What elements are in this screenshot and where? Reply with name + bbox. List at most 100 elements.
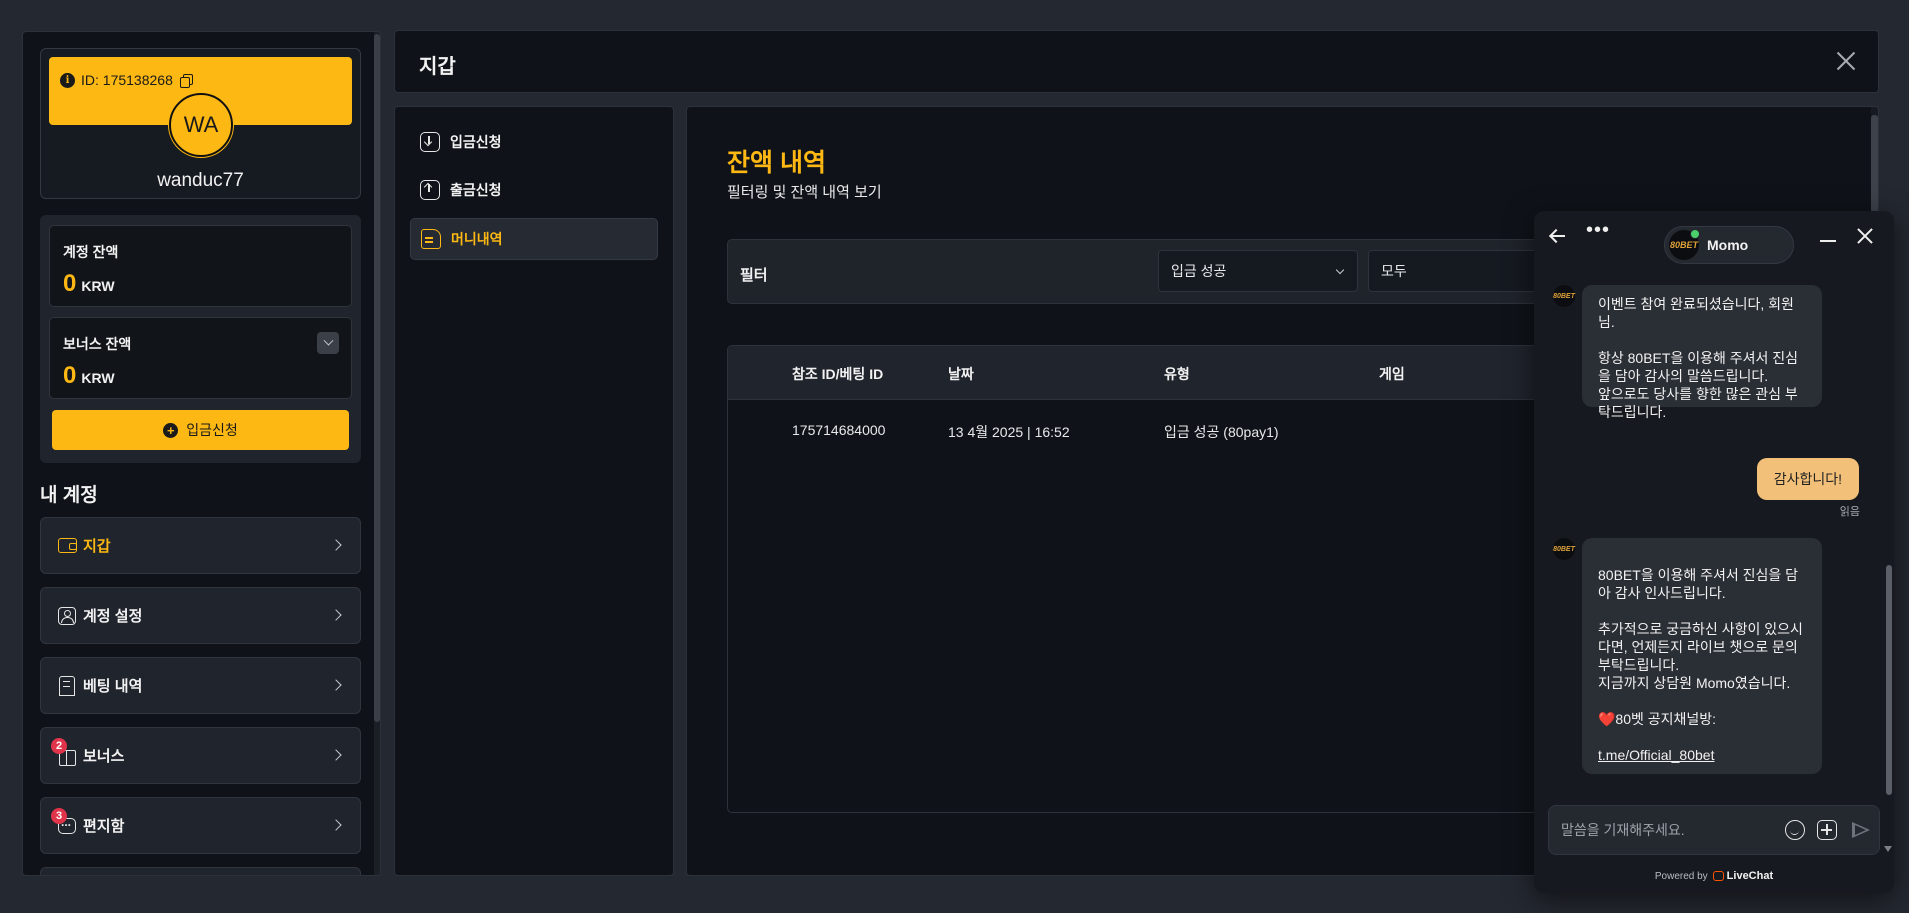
chevron-right-icon <box>330 679 342 691</box>
account-balance-currency: KRW <box>81 278 115 294</box>
back-arrow-icon[interactable] <box>1548 226 1568 246</box>
tab-label: 입금신청 <box>450 134 502 150</box>
type-cell: 입금 성공 (80pay1) <box>1164 424 1279 440</box>
account-sidebar: i ID: 175138268 WA wanduc77 계정 잔액 0 KRW … <box>22 31 381 876</box>
user-message: 감사합니다! <box>1756 458 1859 500</box>
agent-message-avatar: 80BET <box>1553 538 1575 560</box>
chevron-right-icon <box>330 749 342 761</box>
scroll-down-arrow-icon[interactable] <box>1884 846 1892 852</box>
chat-header: ••• 80BET Momo <box>1534 211 1894 267</box>
chat-scrollbar[interactable] <box>1884 275 1892 855</box>
wallet-nav: 입금신청 출금신청 머니내역 <box>394 106 674 876</box>
livechat-widget: ••• 80BET Momo 80BET 이벤트 참여 완료되셨습니다, 회원님… <box>1534 211 1894 893</box>
sidebar-item-label: 계정 설정 <box>83 608 143 625</box>
tab-label: 머니내역 <box>451 231 503 247</box>
gift-icon: 2 <box>51 737 77 766</box>
status-filter-select[interactable]: 입금 성공 <box>1158 250 1358 292</box>
ref-id-cell: 175714684000 <box>792 422 886 438</box>
inbox-badge: 3 <box>51 807 67 824</box>
plus-circle-icon: + <box>163 422 179 438</box>
filter-label: 필터 <box>740 267 768 284</box>
sidebar-item-wallet[interactable]: 지갑 <box>40 517 361 574</box>
tab-withdraw[interactable]: 출금신청 <box>410 169 658 211</box>
game-filter-value: 모두 <box>1381 263 1407 279</box>
powered-by-label: Powered by <box>1654 870 1708 882</box>
bonus-badge: 2 <box>51 737 67 754</box>
bonus-balance-amount: 0 <box>63 362 77 389</box>
agent-message-avatar: 80BET <box>1553 285 1575 307</box>
sidebar-item-inbox[interactable]: 3 편지함 <box>40 797 361 854</box>
agent-info[interactable]: 80BET Momo <box>1664 226 1794 264</box>
message-icon: 3 <box>51 807 77 836</box>
message-input[interactable] <box>1561 822 1761 838</box>
sidebar-item-bonus[interactable]: 2 보너스 <box>40 727 361 784</box>
column-header: 게임 <box>1379 366 1405 382</box>
sidebar-item-label: 보너스 <box>83 748 125 765</box>
send-icon[interactable] <box>1852 822 1870 838</box>
agent-message: 이벤트 참여 완료되셨습니다, 회원님. 항상 80BET을 이용해 주셔서 진… <box>1582 285 1822 420</box>
column-header: 날짜 <box>948 366 974 382</box>
chevron-right-icon <box>330 819 342 831</box>
sidebar-scrollbar[interactable] <box>374 32 380 875</box>
agent-message: 80BET을 이용해 주셔서 진심을 담아 감사 인사드립니다. 추가적으로 궁… <box>1582 538 1822 774</box>
powered-by[interactable]: Powered by LiveChat <box>1534 870 1894 882</box>
bonus-balance-card: 보너스 잔액 0 KRW <box>49 317 352 399</box>
agent-name: Momo <box>1707 237 1749 253</box>
account-balance-card: 계정 잔액 0 KRW <box>49 225 352 307</box>
attach-icon[interactable] <box>1817 820 1837 840</box>
deposit-button[interactable]: + 입금신청 <box>52 410 349 450</box>
emoji-icon[interactable] <box>1785 820 1805 840</box>
page-title: 지갑 <box>419 56 456 78</box>
livechat-brand: LiveChat <box>1712 870 1774 882</box>
date-cell: 13 4월 2025 | 16:52 <box>948 424 1070 440</box>
user-settings-icon <box>57 606 77 626</box>
sidebar-item-bet-history[interactable]: 베팅 내역 <box>40 657 361 714</box>
bonus-balance-value: 0 KRW <box>63 362 115 390</box>
minimize-icon[interactable] <box>1820 240 1836 242</box>
chevron-down-icon <box>1335 265 1345 275</box>
sidebar-item-label: 지갑 <box>83 538 111 555</box>
chevron-down-icon <box>323 335 333 346</box>
close-chat-icon[interactable] <box>1856 227 1874 245</box>
sidebar-item-partial[interactable] <box>40 867 361 875</box>
chevron-right-icon <box>330 539 342 551</box>
livechat-brand-label: LiveChat <box>1726 870 1774 882</box>
column-header: 참조 ID/베팅 ID <box>792 366 884 382</box>
balance-box: 계정 잔액 0 KRW 보너스 잔액 0 KRW + 입금신청 <box>40 215 361 463</box>
avatar: WA <box>169 93 233 157</box>
sidebar-scroll-thumb[interactable] <box>374 34 380 722</box>
more-options-icon[interactable]: ••• <box>1586 219 1610 242</box>
user-id-label: ID: 175138268 <box>81 72 173 88</box>
bonus-expand-button[interactable] <box>317 332 339 354</box>
info-icon: i <box>60 72 75 88</box>
tab-money-history[interactable]: 머니내역 <box>410 218 658 260</box>
sidebar-item-label: 편지함 <box>83 818 125 835</box>
account-balance-amount: 0 <box>63 270 77 297</box>
tab-label: 출금신청 <box>450 182 502 198</box>
chat-scroll-thumb[interactable] <box>1886 565 1892 795</box>
history-title: 잔액 내역 <box>727 149 826 177</box>
wallet-header: 지갑 <box>394 30 1879 93</box>
livechat-logo-icon <box>1712 871 1724 881</box>
document-icon <box>421 229 441 249</box>
withdraw-icon <box>420 180 440 200</box>
sidebar-item-account-settings[interactable]: 계정 설정 <box>40 587 361 644</box>
agent-message-text: 80BET을 이용해 주셔서 진심을 담아 감사 인사드립니다. 추가적으로 궁… <box>1598 567 1803 727</box>
sidebar-item-label: 베팅 내역 <box>83 678 143 695</box>
my-account-title: 내 계정 <box>40 485 98 506</box>
telegram-link[interactable]: t.me/Official_80bet <box>1598 747 1714 763</box>
deposit-icon <box>420 132 440 152</box>
deposit-button-label: 입금신청 <box>186 422 238 438</box>
user-id: i ID: 175138268 <box>60 72 193 88</box>
wallet-icon <box>57 536 77 556</box>
profile-card: i ID: 175138268 WA wanduc77 <box>40 48 361 199</box>
close-icon[interactable] <box>1834 49 1858 73</box>
tab-deposit[interactable]: 입금신청 <box>410 121 658 163</box>
account-balance-label: 계정 잔액 <box>63 244 119 260</box>
chevron-right-icon <box>330 609 342 621</box>
agent-logo: 80BET <box>1669 229 1700 260</box>
bonus-balance-currency: KRW <box>81 370 115 386</box>
receipt-icon <box>57 675 77 696</box>
status-filter-value: 입금 성공 <box>1171 263 1227 279</box>
copy-icon[interactable] <box>179 73 193 88</box>
